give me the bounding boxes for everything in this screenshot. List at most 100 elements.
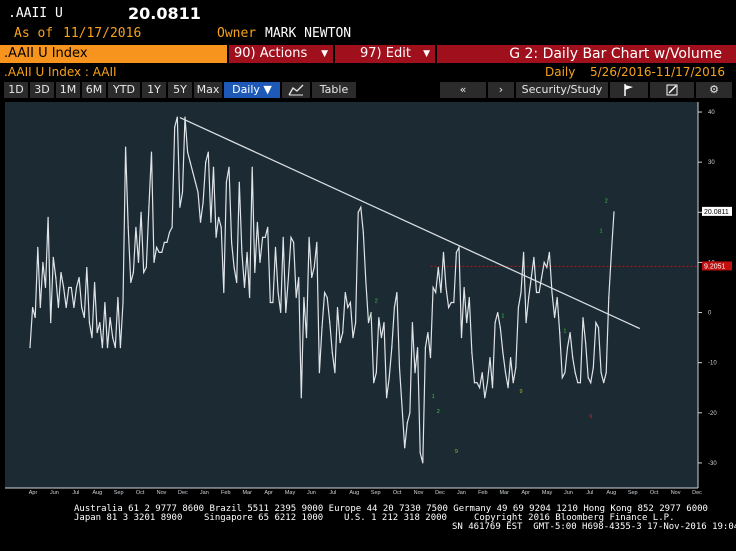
range-button-6m[interactable]: 6M <box>82 82 106 98</box>
data-point <box>590 382 592 384</box>
data-point <box>331 352 333 354</box>
data-point <box>352 337 354 339</box>
date-range[interactable]: 5/26/2016-11/17/2016 <box>590 65 725 79</box>
data-point <box>112 337 114 339</box>
data-point <box>184 116 186 118</box>
data-point <box>476 382 478 384</box>
data-point <box>471 352 473 354</box>
gear-icon[interactable]: ⚙ <box>696 82 732 98</box>
data-point <box>564 372 566 374</box>
last-value-tag: 20.0811 <box>702 206 732 216</box>
x-tick-label: Jan <box>457 490 466 496</box>
x-tick-label: Aug <box>606 490 616 496</box>
actions-menu[interactable]: 90) Actions ▼ <box>229 45 333 63</box>
data-point <box>435 291 437 294</box>
period-label: Daily <box>545 65 576 79</box>
y-tick-label: -20 <box>708 411 717 417</box>
x-tick-label: May <box>285 490 296 496</box>
data-point <box>287 276 290 279</box>
data-point <box>378 316 380 319</box>
data-point <box>130 281 132 284</box>
last-value-label: 20.0811 <box>704 209 729 216</box>
count-annotation: 2 <box>437 409 440 415</box>
y-tick-label: 40 <box>708 110 715 116</box>
data-point <box>132 271 134 274</box>
x-tick-label: Dec <box>178 490 188 496</box>
chevron-right-icon[interactable]: › <box>488 82 514 98</box>
data-point <box>409 412 411 414</box>
x-tick-label: Feb <box>478 490 487 496</box>
data-point <box>354 321 357 324</box>
count-annotation: 2 <box>605 198 608 204</box>
x-tick-label: Feb <box>221 490 230 496</box>
sentiment-line-chart[interactable]: 403020100-10-20-30 AprJunJulAug2014SepOc… <box>0 100 736 496</box>
x-tick-label: Oct <box>393 490 402 496</box>
range-button-1y[interactable]: 1Y <box>142 82 166 98</box>
data-point <box>179 206 181 208</box>
data-point <box>398 367 401 369</box>
data-point <box>525 321 527 324</box>
data-point <box>393 306 395 309</box>
range-button-1d[interactable]: 1D <box>4 82 28 98</box>
range-button-1m[interactable]: 1M <box>56 82 80 98</box>
data-point <box>362 231 364 233</box>
data-point <box>199 221 202 223</box>
range-button-5y[interactable]: 5Y <box>168 82 192 98</box>
data-point <box>218 216 220 218</box>
data-point <box>533 256 535 259</box>
data-point <box>318 372 321 374</box>
security-study-button[interactable]: Security/Study <box>516 82 608 98</box>
data-point <box>360 206 362 208</box>
data-point <box>445 286 447 289</box>
as-of-date[interactable]: 11/17/2016 <box>63 26 141 41</box>
security-field[interactable]: .AAII U Index <box>0 45 227 63</box>
data-point <box>31 306 34 309</box>
data-point <box>448 306 450 309</box>
data-point <box>442 251 445 253</box>
data-point <box>55 276 57 279</box>
ticker-symbol: .AAII U <box>8 6 63 21</box>
x-tick-label: Mar <box>499 490 509 496</box>
data-point <box>380 337 383 339</box>
data-point <box>577 382 579 384</box>
data-point <box>344 291 346 294</box>
data-point <box>220 226 222 228</box>
x-tick-label: Oct <box>650 490 659 496</box>
table-button[interactable]: Table <box>312 82 356 98</box>
data-point <box>323 291 326 294</box>
data-point <box>135 226 137 228</box>
data-point <box>39 306 41 309</box>
edit-menu[interactable]: 97) Edit ▼ <box>335 45 435 63</box>
data-point <box>171 226 173 228</box>
x-tick-label: Jun <box>307 490 316 496</box>
data-point <box>494 321 496 324</box>
range-button-ytd[interactable]: YTD <box>108 82 140 98</box>
data-point <box>254 271 256 274</box>
data-point <box>238 181 240 183</box>
data-point <box>458 246 460 248</box>
security-descriptor: .AAII U Index : AAII <box>4 65 117 79</box>
data-point <box>404 447 406 449</box>
data-point <box>595 321 597 324</box>
frequency-dropdown[interactable]: Daily ▼ <box>224 82 280 98</box>
edit-pencil-icon[interactable] <box>650 82 694 98</box>
graph-title: G 2: Daily Bar Chart w/Volume <box>437 45 736 63</box>
x-tick-label: Jul <box>72 490 79 496</box>
range-button-3d[interactable]: 3D <box>30 82 54 98</box>
data-point <box>44 286 47 289</box>
flag-icon[interactable] <box>610 82 648 98</box>
range-button-max[interactable]: Max <box>194 82 222 98</box>
data-point <box>610 251 613 253</box>
data-point <box>427 331 429 334</box>
footer-session-info: SN 461769 EST GMT-5:00 H698-4355-3 17-No… <box>452 522 736 532</box>
plot-area <box>5 102 698 488</box>
data-point <box>153 261 155 264</box>
x-tick-label: Jul <box>586 490 593 496</box>
data-point <box>161 251 163 253</box>
data-point <box>94 281 96 284</box>
line-chart-icon[interactable] <box>282 82 310 98</box>
data-point <box>202 201 204 203</box>
data-point <box>125 146 127 148</box>
collapse-left-icon[interactable]: « <box>440 82 486 98</box>
data-point <box>460 337 463 339</box>
